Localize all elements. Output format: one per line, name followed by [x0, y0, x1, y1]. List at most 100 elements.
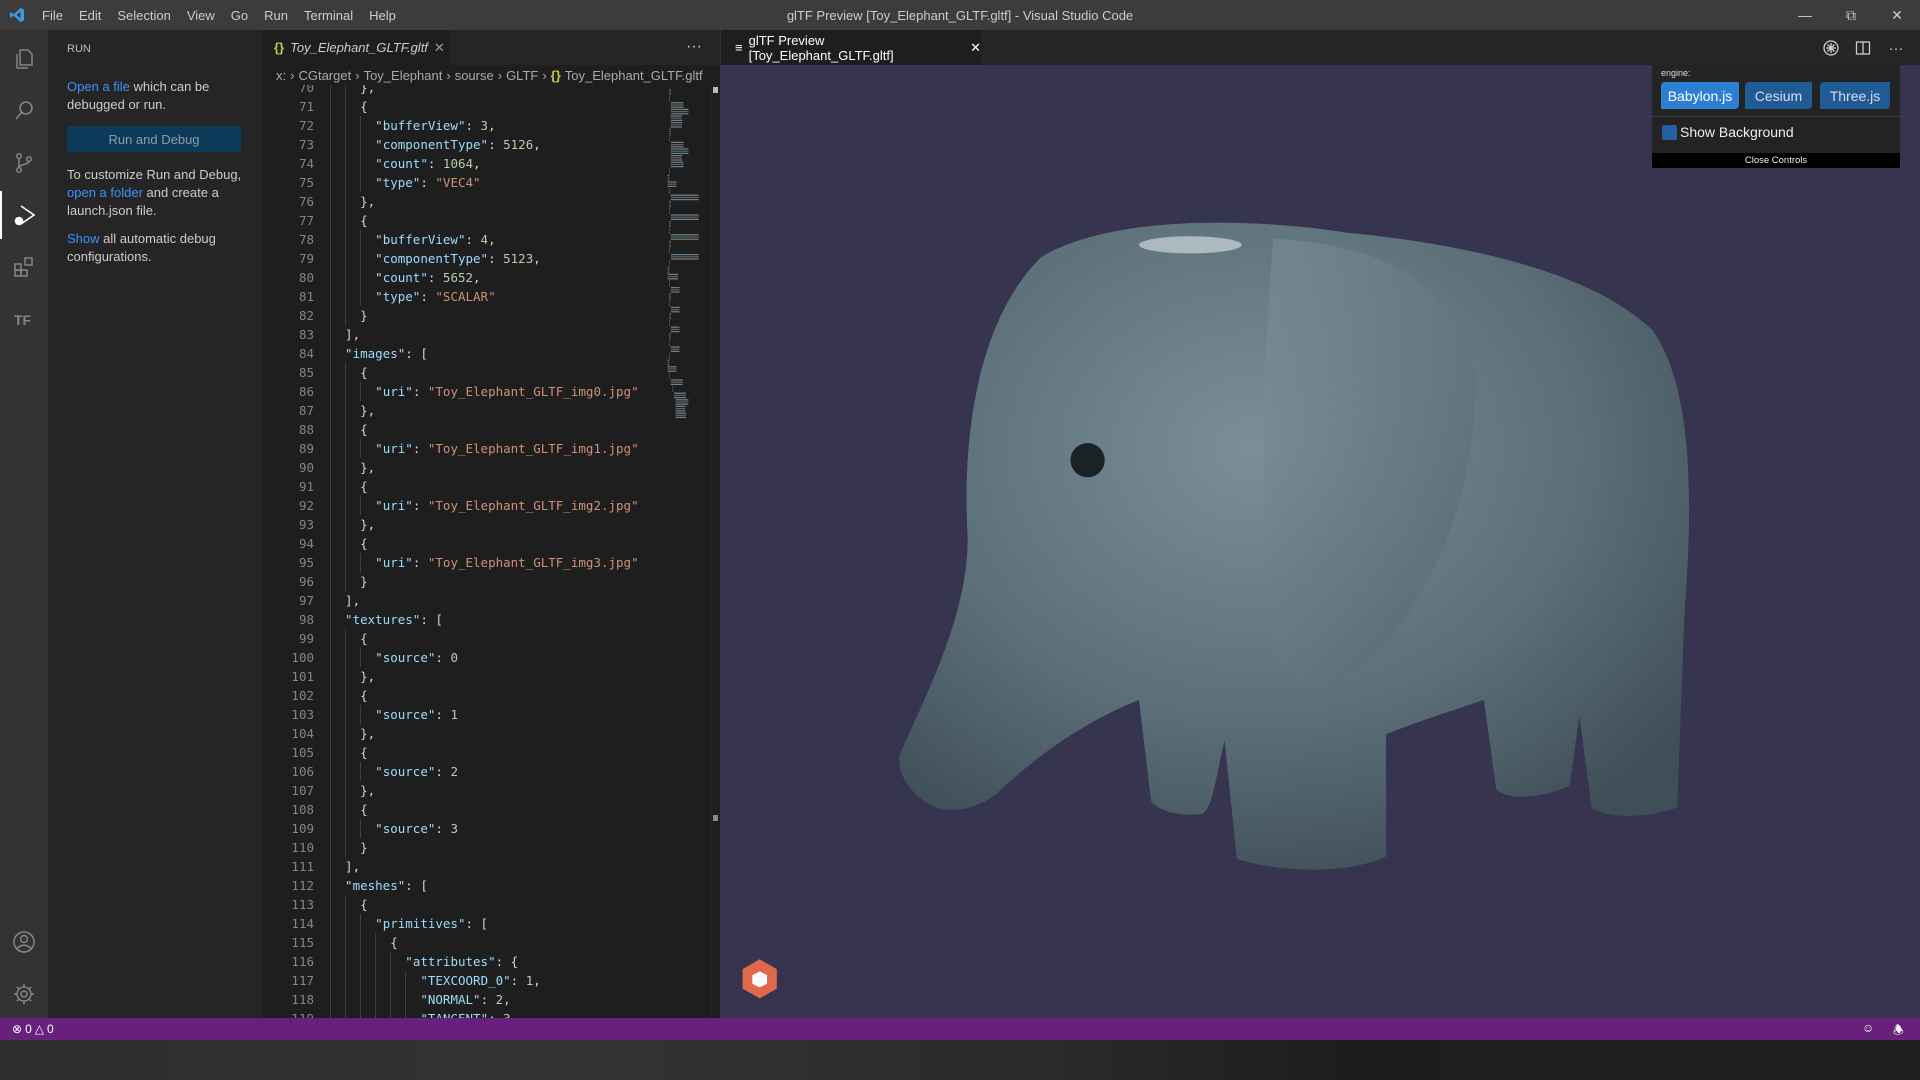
search-icon[interactable]	[0, 87, 48, 135]
open-file-link[interactable]: Open a file	[67, 79, 130, 94]
line-number: 103	[291, 707, 314, 722]
breadcrumb-item[interactable]: sourse	[455, 68, 494, 83]
indent-guide	[330, 249, 331, 268]
indent-guide	[345, 401, 347, 420]
minimap-line	[669, 293, 671, 295]
minimap-line	[670, 126, 682, 128]
indent-guide	[345, 667, 347, 686]
code-line: "componentType": 5123,	[375, 251, 541, 266]
indent-guide	[375, 952, 377, 971]
error-icon: ⊗	[12, 1022, 23, 1036]
minimap-line	[670, 306, 680, 308]
minimap[interactable]	[662, 85, 710, 435]
breadcrumb-item[interactable]: CGtarget	[298, 68, 351, 83]
scrollbar-thumb[interactable]	[713, 87, 718, 93]
menu-terminal[interactable]: Terminal	[296, 8, 361, 23]
indent-guide	[375, 990, 377, 1009]
minimap-line	[669, 324, 670, 326]
tab-toy-elephant-gltf[interactable]: {} Toy_Elephant_GLTF.gltf ✕	[262, 30, 450, 65]
menu-help[interactable]: Help	[361, 8, 404, 23]
live-share-feedback-icon[interactable]: ☺	[1862, 1021, 1874, 1035]
settings-gear-icon[interactable]	[0, 970, 48, 1018]
explorer-icon[interactable]	[0, 35, 48, 83]
minimap-line	[669, 212, 670, 214]
menu-view[interactable]: View	[179, 8, 223, 23]
minimap-line	[674, 397, 686, 399]
minimap-line	[670, 146, 684, 148]
minimap-line	[670, 163, 684, 165]
indent-guide	[345, 534, 347, 553]
close-tab-icon[interactable]: ✕	[970, 40, 981, 56]
account-icon[interactable]	[0, 918, 48, 966]
minimap-line	[670, 236, 699, 238]
indent-guide	[330, 325, 331, 344]
minimap-line	[675, 408, 686, 410]
chevron-right-icon: ›	[497, 67, 503, 83]
minimap-line	[669, 353, 670, 355]
indent-guide	[345, 363, 347, 382]
code-editor[interactable]: 70}, 71 {72 "bufferView": 3, 73 "componentTyp…	[262, 85, 720, 1018]
line-number: 83	[298, 327, 314, 342]
gltf-inspector-icon[interactable]	[1821, 38, 1841, 58]
engine-threejs-button[interactable]: Three.js	[1820, 82, 1890, 109]
indent-guide	[330, 401, 331, 420]
babylon-logo-icon	[742, 959, 777, 999]
line-number: 105	[291, 745, 314, 760]
breadcrumb-item[interactable]: x:	[276, 68, 286, 83]
minimap-line	[670, 287, 680, 289]
editor-scrollbar[interactable]	[710, 85, 720, 1018]
line-number: 96	[298, 574, 314, 589]
menu-run[interactable]: Run	[256, 8, 296, 23]
show-link[interactable]: Show	[67, 231, 100, 246]
run-and-debug-button[interactable]: Run and Debug	[67, 126, 241, 152]
indent-guide	[360, 382, 362, 401]
close-window-button[interactable]: ✕	[1874, 0, 1920, 30]
breadcrumb-item[interactable]: Toy_Elephant_GLTF.gltf	[565, 68, 703, 83]
menu-file[interactable]: File	[34, 8, 71, 23]
indent-guide	[330, 420, 331, 439]
minimap-line	[667, 271, 670, 273]
code-line: "uri": "Toy_Elephant_GLTF_img1.jpg"	[375, 441, 639, 456]
line-number: 98	[298, 612, 314, 627]
minimize-button[interactable]: —	[1782, 0, 1828, 30]
minimap-line	[670, 309, 680, 311]
more-actions-button[interactable]: ···	[686, 38, 702, 56]
minimap-line	[667, 181, 677, 183]
3d-viewport[interactable]	[720, 65, 1920, 1018]
indent-guide	[390, 1009, 392, 1018]
extensions-icon[interactable]	[0, 243, 48, 291]
code-line: "source": 1	[375, 707, 458, 722]
menu-selection[interactable]: Selection	[109, 8, 178, 23]
elephant-model[interactable]	[720, 65, 1920, 1018]
minimap-line	[669, 192, 670, 194]
open-folder-link[interactable]: open a folder	[67, 185, 143, 200]
minimap-line	[667, 183, 677, 185]
indent-guide	[345, 933, 347, 952]
minimap-line	[675, 414, 686, 416]
line-number: 88	[298, 422, 314, 437]
source-control-icon[interactable]	[0, 139, 48, 187]
minimap-line	[669, 137, 670, 139]
notifications-bell-icon[interactable]: 🕭	[1893, 1021, 1904, 1042]
indent-guide	[330, 477, 331, 496]
split-editor-icon[interactable]	[1853, 38, 1873, 58]
engine-babylonjs-button[interactable]: Babylon.js	[1661, 82, 1739, 109]
show-background-checkbox[interactable]	[1662, 125, 1677, 140]
menu-edit[interactable]: Edit	[71, 8, 109, 23]
close-tab-icon[interactable]: ✕	[434, 40, 445, 56]
problems-indicator[interactable]: ⊗ 0 △ 0	[12, 1022, 54, 1036]
breadcrumb-item[interactable]: GLTF	[506, 68, 538, 83]
show-background-label[interactable]: Show Background	[1680, 124, 1794, 140]
more-actions-button[interactable]: ···	[1886, 38, 1906, 58]
close-controls-button[interactable]: Close Controls	[1652, 153, 1900, 168]
run-debug-icon[interactable]	[0, 191, 48, 239]
minimap-line	[669, 243, 671, 245]
indent-guide	[330, 952, 331, 971]
menu-go[interactable]: Go	[223, 8, 256, 23]
restore-button[interactable]: ⧉	[1828, 0, 1874, 30]
breadcrumb-item[interactable]: Toy_Elephant	[364, 68, 443, 83]
engine-cesium-button[interactable]: Cesium	[1745, 82, 1812, 109]
tab-gltf-preview[interactable]: ≡ glTF Preview [Toy_Elephant_GLTF.gltf] …	[721, 30, 981, 65]
minimap-line	[672, 390, 674, 392]
tensorflow-icon[interactable]: TF	[0, 295, 48, 343]
